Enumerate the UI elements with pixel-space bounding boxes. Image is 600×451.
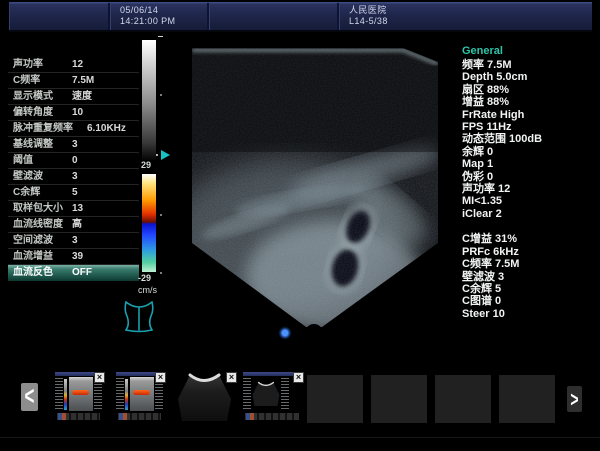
param-row-color-gain[interactable]: 血流增益39: [8, 249, 139, 265]
param-row-spatial-filter[interactable]: 空间滤波3: [8, 233, 139, 249]
info-line-acoustic-power: 声功率 12: [462, 183, 582, 195]
info-line-persistence: 余辉 0: [462, 146, 582, 158]
thumbnail-ministrip: [245, 413, 299, 420]
close-icon[interactable]: ×: [293, 372, 304, 383]
depth-tick-icon: [158, 36, 163, 37]
thumbnail-ministrip: [57, 413, 100, 420]
parameter-sidebar: 声功率12 C频率7.5M 显示模式速度 偏转角度10 脉冲重复频率6.10KH…: [8, 57, 139, 281]
thumbnail-placeholder: [435, 375, 491, 423]
param-row-line-density[interactable]: 血流线密度高: [8, 217, 139, 233]
thumbnail-doppler-1[interactable]: ×: [55, 372, 102, 423]
depth-tick-icon: [160, 214, 162, 216]
param-row-prf[interactable]: 脉冲重复频率6.10KHz: [8, 121, 139, 137]
preset-title: General: [462, 45, 582, 58]
param-row-wall-filter[interactable]: 壁滤波3: [8, 169, 139, 185]
focus-marker-icon[interactable]: [161, 150, 170, 160]
thumbnail-left-text: [55, 378, 63, 410]
info-line-c-gain: C增益 31%: [462, 233, 582, 245]
thumbnail-doppler-2[interactable]: ×: [116, 372, 163, 423]
top-status-bar: 05/06/1414:21:00 PM 人民医院L14-5/38: [9, 2, 592, 32]
color-info-group: C增益 31% PRFc 6kHz C频率 7.5M 壁滤波 3 C余辉 5 C…: [462, 233, 582, 320]
velocity-min-label: -29: [138, 273, 151, 283]
info-line-mi: MI<1.35: [462, 195, 582, 207]
thumbnail-colorbar: [125, 379, 128, 410]
info-line-dynamic-range: 动态范围 100dB: [462, 133, 582, 145]
info-line-map: Map 1: [462, 158, 582, 170]
info-line-c-persistence: C余辉 5: [462, 283, 582, 295]
close-icon[interactable]: ×: [226, 372, 237, 383]
info-line-frrate: FrRate High: [462, 109, 582, 121]
param-row-threshold[interactable]: 阈值0: [8, 153, 139, 169]
velocity-max-label: 29: [141, 160, 151, 170]
topbar-section-empty-mid: [209, 3, 339, 30]
info-line-steer: Steer 10: [462, 308, 582, 320]
thumbnail-right-text: [281, 378, 289, 410]
param-row-acoustic-power[interactable]: 声功率12: [8, 57, 139, 73]
ultrasound-image[interactable]: [186, 42, 442, 347]
param-row-baseline[interactable]: 基线调整3: [8, 137, 139, 153]
info-line-fps: FPS 11Hz: [462, 121, 582, 133]
info-line-frequency: 频率 7.5M: [462, 59, 582, 71]
param-row-display-mode[interactable]: 显示模式速度: [8, 89, 139, 105]
thumbnail-doppler-image: [69, 377, 93, 411]
info-line-depth: Depth 5.0cm: [462, 71, 582, 83]
close-icon[interactable]: ×: [94, 372, 105, 383]
info-line-c-map: C图谱 0: [462, 295, 582, 307]
ultrasound-app-screen: 05/06/1414:21:00 PM 人民医院L14-5/38 声功率12 C…: [0, 0, 600, 451]
grayscale-bar: [142, 40, 156, 160]
thumbnail-sector-dark[interactable]: ×: [175, 372, 234, 423]
depth-tick-icon: [160, 94, 162, 96]
probe-model: L14-5/38: [349, 16, 388, 26]
topbar-section-hospital: 人民医院L14-5/38: [339, 3, 592, 30]
close-icon[interactable]: ×: [155, 372, 166, 383]
thumbnail-doppler-image: [130, 377, 154, 411]
info-line-pseudocolor: 伪彩 0: [462, 171, 582, 183]
info-line-prfc: PRFc 6kHz: [462, 246, 582, 258]
info-line-wall-filter: 壁滤波 3: [462, 271, 582, 283]
chevron-left-icon: <: [25, 382, 35, 412]
hospital-name: 人民医院: [349, 5, 387, 15]
color-velocity-bar: [142, 174, 156, 272]
thumbnail-placeholder: [307, 375, 363, 423]
info-line-c-frequency: C频率 7.5M: [462, 258, 582, 270]
topbar-section-empty-left: [9, 3, 110, 30]
filmstrip-next-button[interactable]: >: [567, 386, 582, 412]
body-marker-icon[interactable]: [121, 298, 157, 341]
thumbnail-placeholder: [499, 375, 555, 423]
param-row-flow-invert-selected[interactable]: 血流反色OFF: [8, 265, 139, 281]
param-row-packet-size[interactable]: 取样包大小13: [8, 201, 139, 217]
time-text: 14:21:00 PM: [120, 16, 175, 26]
filmstrip-prev-button[interactable]: <: [21, 383, 38, 411]
thumbnail-placeholder: [371, 375, 427, 423]
depth-tick-icon: [160, 272, 162, 274]
info-line-iclear: iClear 2: [462, 208, 582, 220]
param-row-c-persistence[interactable]: C余辉5: [8, 185, 139, 201]
velocity-unit-label: cm/s: [138, 285, 157, 295]
hospital-probe-text: 人民医院L14-5/38: [349, 5, 388, 27]
focus-dot-icon: [156, 154, 158, 156]
imaging-info-panel: General 频率 7.5M Depth 5.0cm 扇区 88% 增益 88…: [462, 45, 582, 320]
thumbnail-left-text: [116, 378, 124, 410]
thumbnail-colorbar: [64, 379, 67, 410]
chevron-right-icon: >: [570, 387, 578, 411]
thumbnail-sector-image: [251, 376, 281, 412]
datetime-text: 05/06/1414:21:00 PM: [120, 5, 175, 27]
param-row-c-frequency[interactable]: C频率7.5M: [8, 73, 139, 89]
thumbnail-ministrip: [118, 413, 161, 420]
date-text: 05/06/14: [120, 5, 158, 15]
thumbnail-mixed[interactable]: ×: [243, 372, 301, 423]
thumbnail-left-text: [243, 378, 251, 410]
param-row-steer-angle[interactable]: 偏转角度10: [8, 105, 139, 121]
info-line-gain: 增益 88%: [462, 96, 582, 108]
info-line-sector: 扇区 88%: [462, 84, 582, 96]
filmstrip-divider: [0, 437, 600, 438]
topbar-section-datetime: 05/06/1414:21:00 PM: [110, 3, 209, 30]
